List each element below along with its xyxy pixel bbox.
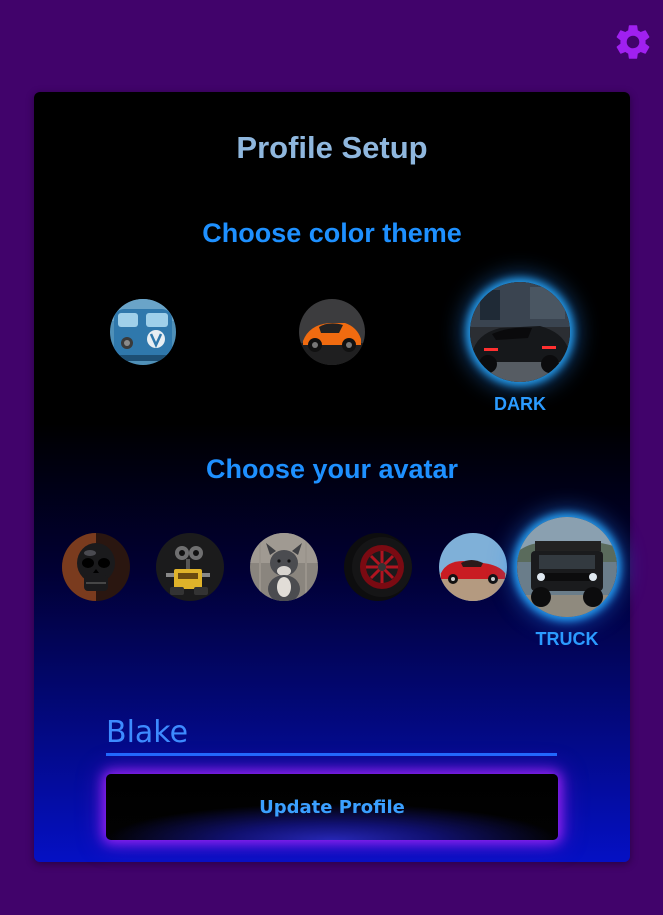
orange-sports-car-thumbnail [299,299,365,365]
theme-option-dark-car[interactable] [470,282,570,382]
theme-option-blue-bus[interactable] [110,299,176,365]
theme-selected-label: DARK [494,394,546,414]
robot-thumbnail [156,533,224,601]
dark-sports-car-thumbnail [470,282,570,382]
gear-icon[interactable] [612,21,654,63]
avatar-option-skull[interactable] [62,533,130,601]
red-classic-car-thumbnail [439,533,507,601]
avatar-option-robot[interactable] [156,533,224,601]
page-title: Profile Setup [236,130,428,165]
avatar-section-heading: Choose your avatar [205,454,459,484]
name-input[interactable] [106,712,557,756]
skull-thumbnail [62,533,130,601]
profile-card: Profile Setup Choose color theme DARK Ch… [34,92,630,862]
update-profile-button[interactable]: Update Profile [106,774,558,840]
theme-option-orange-car[interactable] [299,299,365,365]
black-truck-thumbnail [517,517,617,617]
avatar-selected-label: TRUCK [535,629,599,649]
avatar-option-dog[interactable] [250,533,318,601]
avatar-option-red-wheel[interactable] [344,533,412,601]
dog-thumbnail [250,533,318,601]
avatar-option-red-classic-car[interactable] [439,533,507,601]
blue-vw-bus-thumbnail [110,299,176,365]
avatar-option-truck[interactable] [517,517,617,617]
theme-section-heading: Choose color theme [202,218,462,248]
red-wheel-thumbnail [344,533,412,601]
